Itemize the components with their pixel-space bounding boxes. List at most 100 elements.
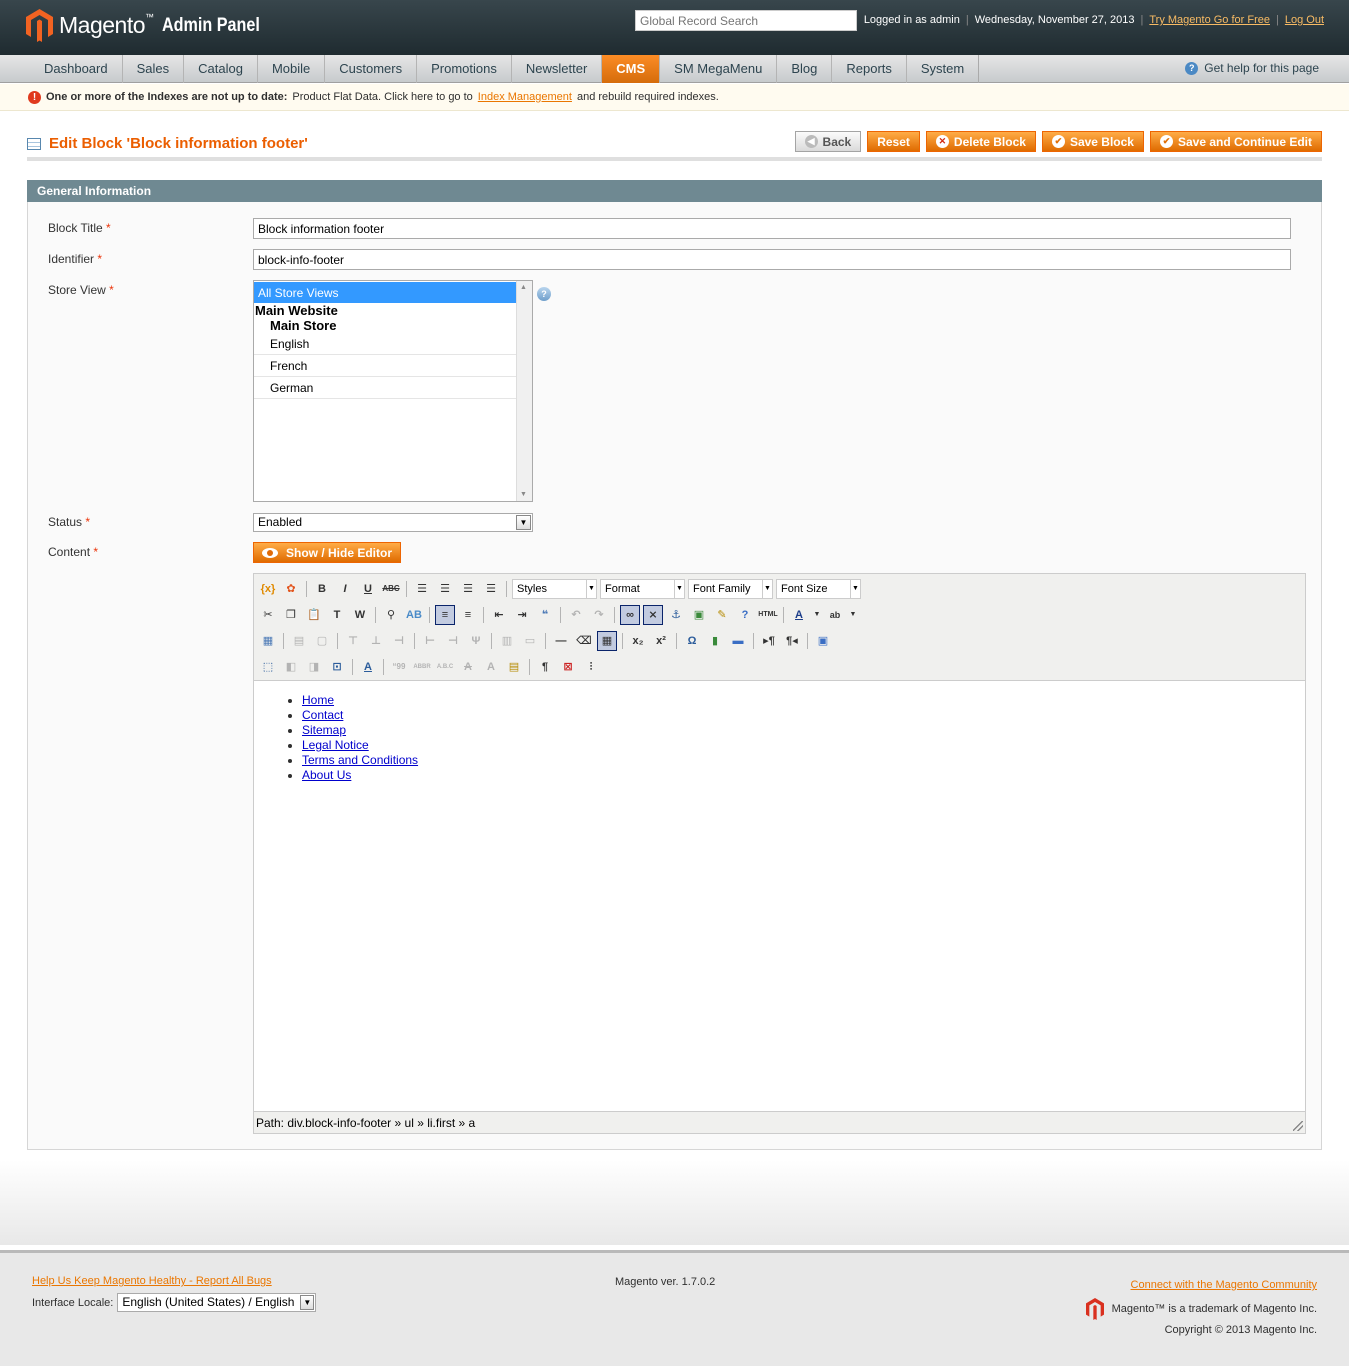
undo-icon[interactable]: ↶	[566, 605, 586, 625]
index-management-link[interactable]: Index Management	[478, 84, 572, 110]
acronym-icon[interactable]: A.B.C	[435, 657, 455, 677]
superscript-icon[interactable]: x²	[651, 631, 671, 651]
store-option-english[interactable]: English	[254, 333, 516, 355]
block-title-input[interactable]	[253, 218, 1291, 239]
styles-select[interactable]: Styles ▼	[512, 579, 597, 599]
underline-icon[interactable]: U	[358, 579, 378, 599]
cell-props-icon[interactable]: ▢	[312, 631, 332, 651]
replace-icon[interactable]: AB	[404, 605, 424, 625]
help-icon[interactable]: ?	[735, 605, 755, 625]
delete-col-icon[interactable]: Ψ	[466, 631, 486, 651]
community-link[interactable]: Connect with the Magento Community	[1131, 1279, 1317, 1291]
link-about-us[interactable]: About Us	[302, 768, 351, 782]
format-select[interactable]: Format ▼	[600, 579, 685, 599]
resize-handle-icon[interactable]	[1293, 1121, 1303, 1131]
nav-system[interactable]: System	[907, 55, 978, 83]
paste-word-icon[interactable]: W	[350, 605, 370, 625]
report-bugs-link[interactable]: Help Us Keep Magento Healthy - Report Al…	[32, 1275, 272, 1287]
unlink-icon[interactable]: ⨯	[643, 605, 663, 625]
nav-sm-megamenu[interactable]: SM MegaMenu	[660, 55, 778, 83]
numbered-list-icon[interactable]: ≡	[458, 605, 478, 625]
store-option-german[interactable]: German	[254, 377, 516, 399]
paste-text-icon[interactable]: T	[327, 605, 347, 625]
link-legal-notice[interactable]: Legal Notice	[302, 738, 369, 752]
reset-button[interactable]: Reset	[867, 131, 920, 152]
subscript-icon[interactable]: x₂	[628, 631, 648, 651]
insert-variable-icon[interactable]: {x}	[258, 579, 278, 599]
nav-catalog[interactable]: Catalog	[184, 55, 258, 83]
show-hide-editor-button[interactable]: Show / Hide Editor	[253, 542, 402, 563]
cite-icon[interactable]: “99	[389, 657, 409, 677]
save-block-button[interactable]: ✔ Save Block	[1041, 131, 1144, 152]
ins-icon[interactable]: A	[481, 657, 501, 677]
nav-blog[interactable]: Blog	[777, 55, 833, 83]
store-view-multiselect[interactable]: All Store Views Main Website Main Store …	[253, 280, 533, 502]
absolute-icon[interactable]: ⊡	[327, 657, 347, 677]
move-backward-icon[interactable]: ◨	[304, 657, 324, 677]
nav-reports[interactable]: Reports	[832, 55, 907, 83]
nav-customers[interactable]: Customers	[325, 55, 418, 83]
paste-icon[interactable]: 📋	[304, 605, 324, 625]
del-icon[interactable]: A	[458, 657, 478, 677]
scrollbar[interactable]: ▲ ▼	[516, 281, 532, 501]
special-char-icon[interactable]: Ω	[682, 631, 702, 651]
chevron-down-icon[interactable]: ▼	[812, 605, 822, 625]
delete-row-icon[interactable]: ⊣	[389, 631, 409, 651]
row-props-icon[interactable]: ▤	[289, 631, 309, 651]
global-search-input[interactable]	[635, 10, 857, 31]
cut-icon[interactable]: ✂	[258, 605, 278, 625]
split-cells-icon[interactable]: ▥	[497, 631, 517, 651]
link-sitemap[interactable]: Sitemap	[302, 723, 346, 737]
show-blocks-icon[interactable]: ¶	[535, 657, 555, 677]
remove-format-icon[interactable]: ⌫	[574, 631, 594, 651]
table-insert-icon[interactable]: ▦	[258, 631, 278, 651]
indent-icon[interactable]: ⇥	[512, 605, 532, 625]
outdent-icon[interactable]: ⇤	[489, 605, 509, 625]
strikethrough-icon[interactable]: ABC	[381, 579, 401, 599]
help-hint-icon[interactable]: ?	[537, 287, 551, 301]
link-contact[interactable]: Contact	[302, 708, 343, 722]
nav-newsletter[interactable]: Newsletter	[512, 55, 603, 83]
nav-dashboard[interactable]: Dashboard	[30, 55, 123, 83]
insert-layer-icon[interactable]: ⬚	[258, 657, 278, 677]
page-break-icon[interactable]: ⫶	[581, 657, 601, 677]
styleprops-icon[interactable]: A	[358, 657, 378, 677]
col-after-icon[interactable]: ⊣	[443, 631, 463, 651]
advanced-hr-icon[interactable]: ▬	[728, 631, 748, 651]
move-forward-icon[interactable]: ◧	[281, 657, 301, 677]
row-after-icon[interactable]: ⊥	[366, 631, 386, 651]
background-color-icon[interactable]: ab	[825, 605, 845, 625]
status-select[interactable]: Enabled ▼	[253, 513, 533, 532]
merge-cells-icon[interactable]: ▭	[520, 631, 540, 651]
locale-select[interactable]: English (United States) / English ▼	[117, 1293, 317, 1312]
align-left-icon[interactable]: ☰	[412, 579, 432, 599]
cleanup-icon[interactable]: ✎	[712, 605, 732, 625]
back-button[interactable]: ◀ Back	[794, 131, 862, 152]
row-before-icon[interactable]: ⊤	[343, 631, 363, 651]
font-family-select[interactable]: Font Family ▼	[688, 579, 773, 599]
help-link[interactable]: ? Get help for this page	[1185, 61, 1319, 75]
link-icon[interactable]: ∞	[620, 605, 640, 625]
attributes-icon[interactable]: ▤	[504, 657, 524, 677]
scroll-down-icon[interactable]: ▼	[520, 491, 527, 498]
scroll-up-icon[interactable]: ▲	[520, 284, 527, 291]
save-continue-button[interactable]: ✔ Save and Continue Edit	[1149, 131, 1322, 152]
align-justify-icon[interactable]: ☰	[481, 579, 501, 599]
image-icon[interactable]: ▣	[689, 605, 709, 625]
italic-icon[interactable]: I	[335, 579, 355, 599]
insert-widget-icon[interactable]: ✿	[281, 579, 301, 599]
magento-logo[interactable]: Magento™ Admin Panel	[26, 9, 277, 42]
visual-aid-icon[interactable]: ▦	[597, 631, 617, 651]
col-before-icon[interactable]: ⊢	[420, 631, 440, 651]
align-center-icon[interactable]: ☰	[435, 579, 455, 599]
bold-icon[interactable]: B	[312, 579, 332, 599]
bullet-list-icon[interactable]: ≡	[435, 605, 455, 625]
editor-content-area[interactable]: Home Contact Sitemap Legal Notice Terms …	[254, 680, 1305, 1112]
horizontal-rule-icon[interactable]: —	[551, 631, 571, 651]
identifier-input[interactable]	[253, 249, 1291, 270]
media-icon[interactable]: ▮	[705, 631, 725, 651]
link-home[interactable]: Home	[302, 693, 334, 707]
blockquote-icon[interactable]: ❝	[535, 605, 555, 625]
link-terms[interactable]: Terms and Conditions	[302, 753, 418, 767]
non-breaking-icon[interactable]: ⊠	[558, 657, 578, 677]
